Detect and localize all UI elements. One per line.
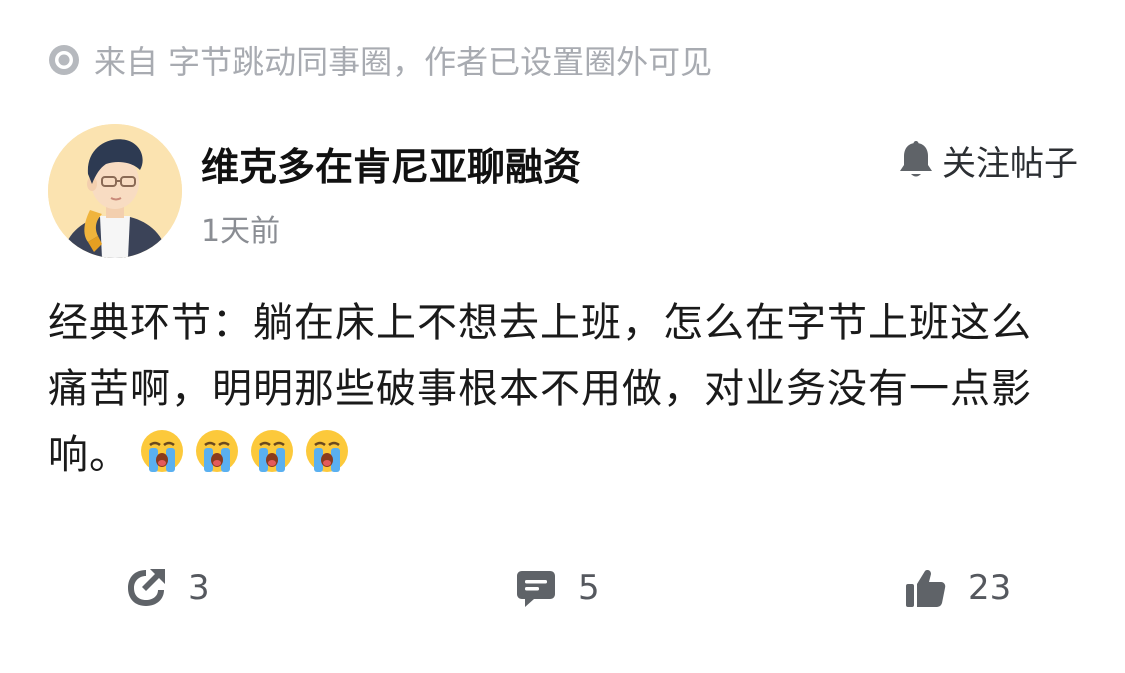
- comment-icon: [514, 566, 558, 610]
- action-bar: 3 5 23: [0, 558, 1125, 618]
- source-text: 来自 字节跳动同事圈，作者已设置圈外可见: [94, 43, 713, 81]
- crying-face-emoji: [304, 428, 350, 474]
- comment-button[interactable]: 5: [514, 558, 600, 618]
- crying-face-emoji: [139, 428, 185, 474]
- crying-face-emoji: [194, 428, 240, 474]
- source-line: 来自 字节跳动同事圈，作者已设置圈外可见: [48, 38, 712, 82]
- author-row: 维克多在肯尼亚聊融资 1天前 关注帖子: [48, 124, 1078, 258]
- avatar[interactable]: [48, 124, 182, 258]
- post-time: 1天前: [201, 214, 281, 249]
- author-name[interactable]: 维克多在肯尼亚聊融资: [201, 136, 581, 191]
- illustrated-avatar-icon: [48, 124, 182, 258]
- crying-face-emoji: [249, 428, 295, 474]
- comment-count: 5: [578, 568, 600, 608]
- radio-dot-icon: [48, 44, 80, 76]
- bell-icon: [898, 140, 934, 180]
- post-body: 经典环节：躺在床上不想去上班，怎么在字节上班这么痛苦啊，明明那些破事根本不用做，…: [48, 290, 1058, 488]
- like-count: 23: [968, 568, 1012, 608]
- share-icon: [124, 566, 168, 610]
- share-button[interactable]: 3: [124, 558, 210, 618]
- follow-label: 关注帖子: [942, 143, 1078, 184]
- follow-post-button[interactable]: 关注帖子: [898, 138, 1078, 184]
- share-count: 3: [188, 568, 210, 608]
- like-button[interactable]: 23: [904, 558, 1011, 618]
- thumbs-up-icon: [904, 566, 948, 610]
